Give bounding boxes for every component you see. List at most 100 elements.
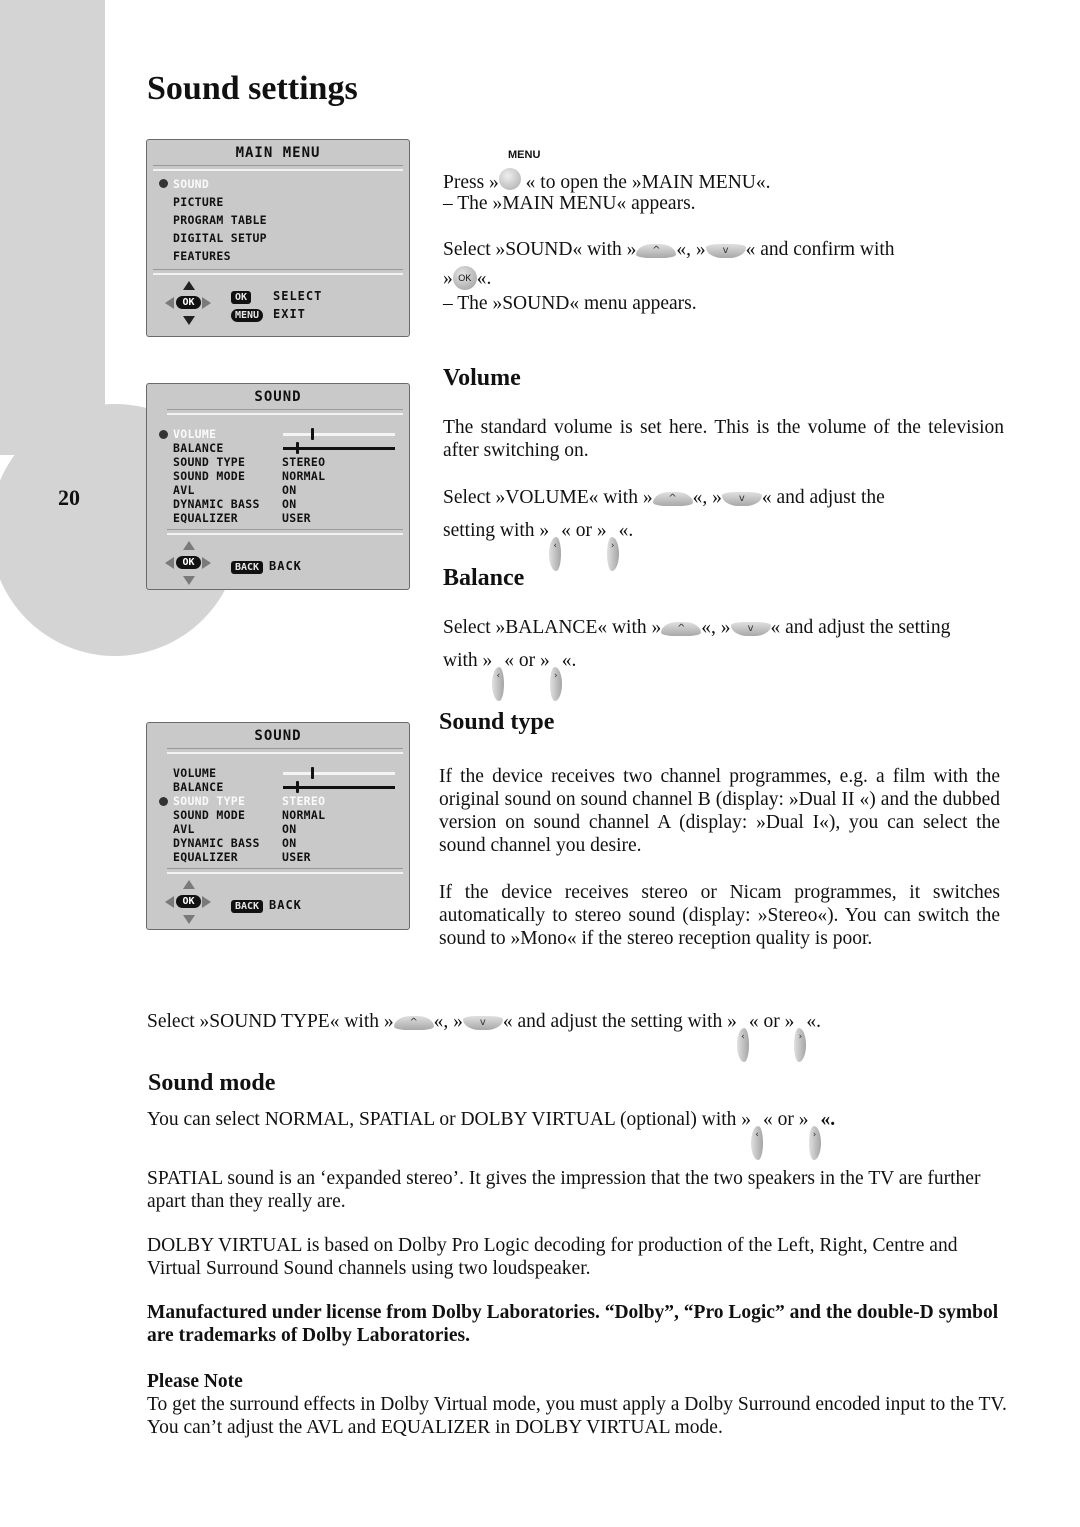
text: « or » — [561, 520, 607, 541]
sound-mode-heading: Sound mode — [148, 1070, 276, 1096]
osd-row-value: ON — [282, 822, 297, 836]
text: «. — [820, 1109, 836, 1130]
osd-row-label: VOLUME — [173, 427, 217, 441]
sound-menu-osd-volume: SOUND VOLUME BALANCE SOUND TYPE STEREO SOUND… — [146, 383, 410, 590]
osd-divider — [167, 409, 403, 415]
text: « or » — [504, 650, 550, 671]
down-button-icon: v — [705, 243, 746, 258]
osd-row-equalizer[interactable]: EQUALIZER USER — [147, 511, 409, 525]
osd-row-value: ON — [282, 483, 297, 497]
text: «. — [476, 268, 492, 289]
text: « and adjust the setting — [770, 617, 951, 638]
osd-row-volume[interactable]: VOLUME — [147, 766, 409, 780]
text: «. — [806, 1011, 821, 1032]
text: Select »BALANCE« with » — [443, 617, 662, 638]
text: setting with » — [443, 520, 550, 541]
text: «, » — [433, 1011, 463, 1032]
osd-row-value: USER — [282, 850, 311, 864]
slider-knob[interactable] — [296, 442, 300, 454]
right-button-icon: › — [606, 537, 619, 571]
exit-hint-label: EXIT — [273, 307, 306, 321]
osd-item-label: DIGITAL SETUP — [173, 231, 267, 245]
osd-row-label: EQUALIZER — [173, 850, 239, 864]
intro-step-1: Press » « to open the »MAIN MENU«. — [443, 168, 1013, 194]
ok-key-icon: OK — [176, 556, 201, 569]
menu-button-icon — [498, 168, 521, 190]
volume-heading: Volume — [443, 365, 521, 391]
osd-item-sound[interactable]: SOUND — [147, 175, 409, 193]
osd-row-label: SOUND MODE — [173, 808, 246, 822]
left-button-icon: ‹ — [736, 1028, 749, 1062]
arrow-left-icon — [165, 896, 174, 908]
volume-slider[interactable] — [283, 767, 395, 779]
please-note-heading: Please Note — [147, 1371, 243, 1392]
osd-item-picture[interactable]: PICTURE — [147, 193, 409, 211]
osd-item-program-table[interactable]: PROGRAM TABLE — [147, 211, 409, 229]
arrow-left-icon — [165, 557, 174, 569]
osd-title: MAIN MENU — [235, 145, 321, 161]
osd-row-sound-mode[interactable]: SOUND MODE NORMAL — [147, 808, 409, 822]
osd-row-label: DYNAMIC BASS — [173, 497, 260, 511]
osd-row-value: NORMAL — [282, 469, 326, 483]
menu-button-caption: MENU — [508, 149, 541, 161]
selection-bullet-icon — [159, 179, 168, 188]
osd-row-equalizer[interactable]: EQUALIZER USER — [147, 850, 409, 864]
osd-row-label: AVL — [173, 483, 195, 497]
arrow-up-icon — [183, 281, 195, 290]
osd-row-balance[interactable]: BALANCE — [147, 441, 409, 455]
arrow-right-icon — [202, 297, 211, 309]
osd-row-dynamic-bass[interactable]: DYNAMIC BASS ON — [147, 836, 409, 850]
osd-row-dynamic-bass[interactable]: DYNAMIC BASS ON — [147, 497, 409, 511]
up-button-icon: ^ — [652, 491, 693, 506]
arrow-right-icon — [202, 557, 211, 569]
osd-row-label: SOUND MODE — [173, 469, 246, 483]
volume-slider[interactable] — [283, 428, 395, 440]
main-menu-osd: MAIN MENU SOUND PICTURE PROGRAM TABLE DI… — [146, 139, 410, 337]
text: » — [443, 268, 453, 289]
volume-instruction: Select »VOLUME« with » ^ «, » v « and adjust… — [443, 486, 1004, 509]
balance-slider[interactable] — [283, 442, 395, 454]
ok-key-icon: OK — [231, 291, 252, 304]
osd-item-digital-setup[interactable]: DIGITAL SETUP — [147, 229, 409, 247]
right-button-icon: › — [794, 1028, 807, 1062]
osd-row-value: USER — [282, 511, 311, 525]
back-key-icon: BACK — [231, 900, 264, 913]
osd-row-label: VOLUME — [173, 766, 217, 780]
text: «, » — [701, 617, 731, 638]
osd-row-label: BALANCE — [173, 441, 224, 455]
balance-slider[interactable] — [283, 781, 395, 793]
side-decoration-bar — [0, 0, 105, 455]
osd-item-features[interactable]: FEATURES — [147, 247, 409, 265]
menu-key-icon: MENU — [231, 309, 264, 322]
please-note-body: To get the surround effects in Dolby Vir… — [147, 1394, 1007, 1438]
slider-knob[interactable] — [296, 781, 300, 793]
osd-row-avl[interactable]: AVL ON — [147, 483, 409, 497]
sound-mode-instruction: You can select NORMAL, SPATIAL or DOLBY … — [147, 1108, 1017, 1160]
arrow-right-icon — [202, 896, 211, 908]
slider-knob[interactable] — [311, 767, 314, 779]
text: You can select NORMAL, SPATIAL or DOLBY … — [147, 1109, 752, 1130]
osd-row-sound-type[interactable]: SOUND TYPE STEREO — [147, 455, 409, 469]
osd-row-sound-type[interactable]: SOUND TYPE STEREO — [147, 794, 409, 808]
osd-row-avl[interactable]: AVL ON — [147, 822, 409, 836]
osd-row-sound-mode[interactable]: SOUND MODE NORMAL — [147, 469, 409, 483]
slider-knob[interactable] — [311, 428, 314, 440]
osd-row-balance[interactable]: BALANCE — [147, 780, 409, 794]
osd-navigation-hints: OK OK SELECT MENU EXIT — [147, 279, 409, 331]
left-button-icon: ‹ — [751, 1126, 764, 1160]
osd-row-label: BALANCE — [173, 780, 224, 794]
osd-row-volume[interactable]: VOLUME — [147, 427, 409, 441]
intro-result-2: – The »SOUND« menu appears. — [443, 293, 697, 314]
back-key-icon: BACK — [231, 561, 264, 574]
selection-bullet-icon — [159, 430, 168, 439]
osd-divider — [167, 748, 403, 754]
intro-step-2: Select »SOUND« with » ^ «, » v « and confirm… — [443, 238, 1005, 261]
left-button-icon: ‹ — [492, 667, 505, 701]
osd-row-value: ON — [282, 836, 297, 850]
arrow-down-icon — [183, 915, 195, 924]
left-button-icon: ‹ — [549, 537, 562, 571]
osd-divider — [153, 269, 403, 275]
arrow-left-icon — [165, 297, 174, 309]
balance-heading: Balance — [443, 565, 525, 591]
sound-type-description-2: If the device receives stereo or Nicam p… — [439, 882, 1000, 949]
